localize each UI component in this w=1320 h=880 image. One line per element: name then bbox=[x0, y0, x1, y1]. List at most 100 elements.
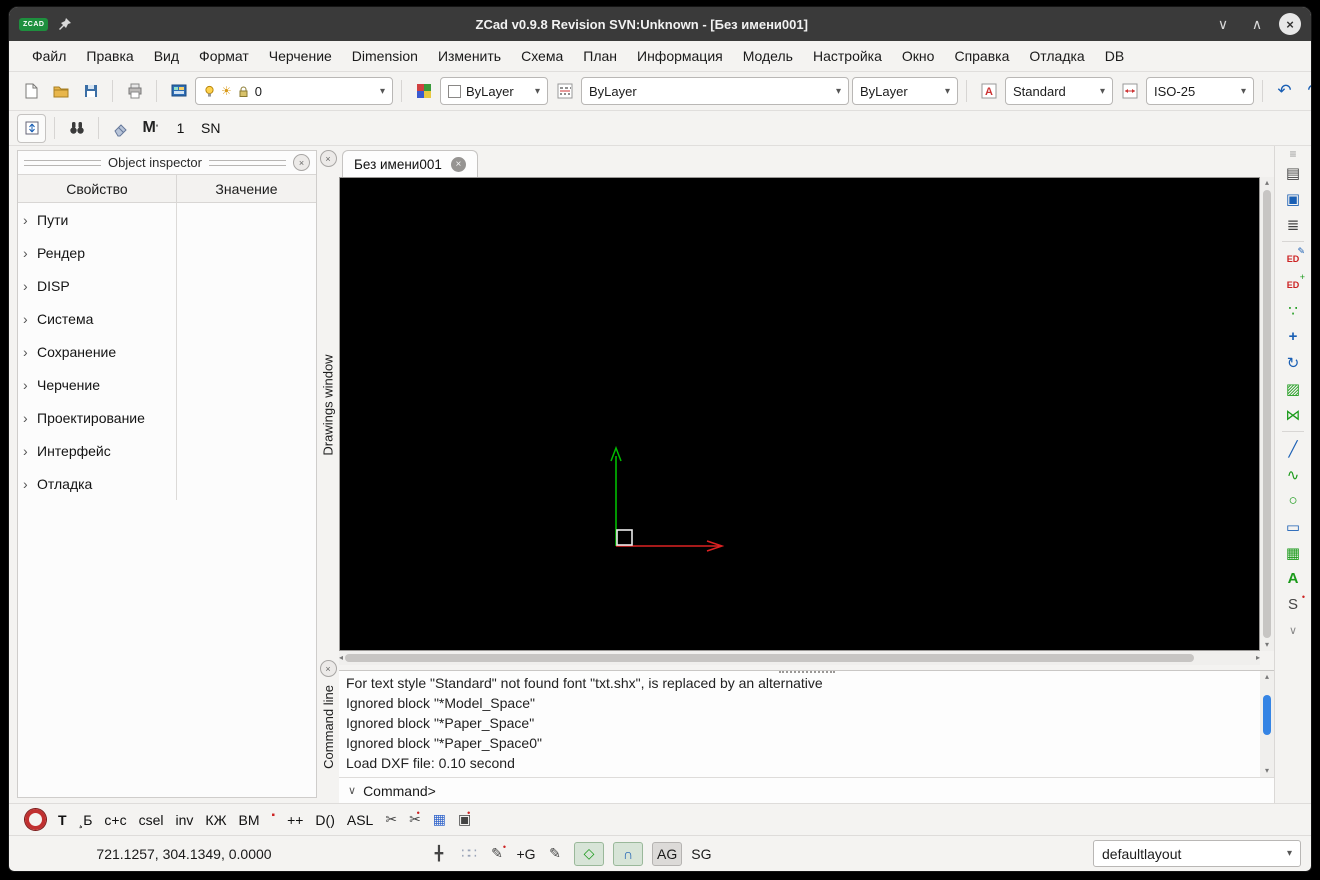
command-messages[interactable]: For text style "Standard" not found font… bbox=[339, 671, 1260, 777]
tab-close-icon[interactable]: × bbox=[451, 157, 466, 172]
drawing-canvas[interactable] bbox=[339, 177, 1260, 651]
menu-edit[interactable]: Правка bbox=[77, 44, 142, 68]
command-line-strip[interactable]: × Command line bbox=[317, 660, 339, 798]
canvas-horizontal-scrollbar[interactable]: ◂ ▸ bbox=[339, 651, 1260, 665]
resize-grip[interactable] bbox=[779, 671, 835, 673]
column-value[interactable]: Значение bbox=[177, 175, 316, 202]
asl-button[interactable]: ASL bbox=[347, 812, 373, 828]
drag-handle[interactable] bbox=[24, 160, 101, 166]
csel-button[interactable]: csel bbox=[139, 812, 164, 828]
print-button[interactable] bbox=[121, 78, 148, 105]
entity-move-icon[interactable]: ED+ bbox=[1280, 272, 1306, 297]
block-button[interactable]: ¸Б bbox=[79, 812, 93, 828]
grid-toggle[interactable]: +G bbox=[516, 843, 536, 865]
plus-plus-button[interactable]: ++ bbox=[287, 812, 303, 828]
menu-view[interactable]: Вид bbox=[145, 44, 188, 68]
menu-file[interactable]: Файл bbox=[23, 44, 75, 68]
scissors-icon[interactable]: ✂ bbox=[385, 811, 397, 828]
mirror-icon[interactable]: ⋈ bbox=[1280, 402, 1306, 427]
spline-tool-icon[interactable]: S• bbox=[1280, 592, 1306, 617]
copy-coords-button[interactable]: c+c bbox=[104, 812, 126, 828]
scroll-down-icon[interactable]: ▾ bbox=[1265, 639, 1269, 651]
menu-settings[interactable]: Настройка bbox=[804, 44, 891, 68]
block-insert-icon[interactable]: ▣• bbox=[458, 811, 471, 828]
linetype-combo[interactable]: ByLayer ▾ bbox=[581, 77, 849, 105]
draw-mode-icon[interactable]: ✎• bbox=[487, 843, 507, 865]
d-function-button[interactable]: D() bbox=[315, 812, 334, 828]
close-button[interactable]: × bbox=[1279, 13, 1301, 35]
menu-help[interactable]: Справка bbox=[945, 44, 1018, 68]
redo-button[interactable]: ↷ bbox=[1301, 78, 1312, 105]
command-prompt[interactable]: Command> bbox=[363, 783, 436, 799]
sn-toggle[interactable]: SN bbox=[197, 115, 224, 142]
scrollbar-thumb[interactable] bbox=[345, 654, 1194, 662]
eraser-icon[interactable] bbox=[107, 115, 134, 142]
inspector-row-render[interactable]: ›Рендер bbox=[18, 236, 316, 269]
line-tool-icon[interactable]: ╱ bbox=[1280, 436, 1306, 461]
sg-toggle[interactable]: SG bbox=[691, 843, 711, 865]
inspector-row-saving[interactable]: ›Сохранение bbox=[18, 335, 316, 368]
pencil-icon[interactable]: ✎ bbox=[545, 843, 565, 865]
inspector-row-disp[interactable]: ›DISP bbox=[18, 269, 316, 302]
inspector-row-paths[interactable]: ›Пути bbox=[18, 203, 316, 236]
expand-chevron-icon[interactable]: › bbox=[23, 344, 33, 360]
expand-chevron-icon[interactable]: › bbox=[23, 377, 33, 393]
maximize-button[interactable]: ∧ bbox=[1245, 12, 1269, 36]
rectangle-tool-icon[interactable]: ▭ bbox=[1280, 514, 1306, 539]
textstyle-dialog-icon[interactable]: A bbox=[975, 78, 1002, 105]
menu-draw[interactable]: Черчение bbox=[260, 44, 341, 68]
menu-format[interactable]: Формат bbox=[190, 44, 258, 68]
array-tool-icon[interactable]: ▦ bbox=[1280, 540, 1306, 565]
circle-tool-icon[interactable]: ○ bbox=[1280, 488, 1306, 513]
grid-dots-icon[interactable]: ∷∷ bbox=[458, 843, 478, 865]
title-bar[interactable]: ZCAD ZCad v0.9.8 Revision SVN:Unknown - … bbox=[9, 7, 1311, 41]
rail-overflow-icon[interactable]: ∨ bbox=[1280, 618, 1306, 643]
dimstyle-dialog-icon[interactable] bbox=[1116, 78, 1143, 105]
menu-schema[interactable]: Схема bbox=[512, 44, 572, 68]
osnap-magnet-icon[interactable]: ∩ bbox=[613, 842, 643, 866]
save-block-icon[interactable]: ▣ bbox=[1280, 186, 1306, 211]
move-icon[interactable]: + bbox=[1280, 324, 1306, 349]
find-icon[interactable] bbox=[63, 115, 90, 142]
fit-view-icon[interactable] bbox=[17, 114, 46, 143]
scale-icon[interactable]: ▨ bbox=[1280, 376, 1306, 401]
vm-button[interactable]: ВМ bbox=[239, 812, 260, 828]
lineweight-combo[interactable]: ByLayer ▾ bbox=[852, 77, 958, 105]
red-marker-icon[interactable]: ▪ bbox=[272, 810, 276, 821]
column-property[interactable]: Свойство bbox=[18, 175, 177, 202]
export-doc-icon[interactable]: ▤ bbox=[1280, 160, 1306, 185]
expand-chevron-icon[interactable]: ∨ bbox=[348, 784, 356, 797]
osnap-node-icon[interactable]: ◇ bbox=[574, 842, 604, 866]
menu-information[interactable]: Информация bbox=[628, 44, 732, 68]
menu-model[interactable]: Модель bbox=[734, 44, 802, 68]
color-dialog-icon[interactable] bbox=[410, 78, 437, 105]
text-button[interactable]: T bbox=[58, 812, 67, 828]
drawings-window-strip[interactable]: × Drawings window bbox=[317, 150, 339, 660]
save-button[interactable] bbox=[77, 78, 104, 105]
close-icon[interactable]: × bbox=[293, 154, 310, 171]
layout-combo[interactable]: defaultlayout ▾ bbox=[1093, 840, 1301, 867]
scroll-up-icon[interactable]: ▴ bbox=[1265, 671, 1269, 683]
menu-debug[interactable]: Отладка bbox=[1020, 44, 1093, 68]
textstyle-combo[interactable]: Standard ▾ bbox=[1005, 77, 1113, 105]
scroll-down-icon[interactable]: ▾ bbox=[1265, 765, 1269, 777]
expand-chevron-icon[interactable]: › bbox=[23, 311, 33, 327]
expand-chevron-icon[interactable]: › bbox=[23, 476, 33, 492]
layer-combo[interactable]: ☀ 0 ▾ bbox=[195, 77, 393, 105]
menu-db[interactable]: DB bbox=[1096, 44, 1133, 68]
expand-chevron-icon[interactable]: › bbox=[23, 245, 33, 261]
close-icon[interactable]: × bbox=[320, 150, 337, 167]
donut-icon[interactable] bbox=[25, 809, 46, 830]
invert-selection-button[interactable]: inv bbox=[176, 812, 194, 828]
expand-chevron-icon[interactable]: › bbox=[23, 212, 33, 228]
text-tool-icon[interactable]: A bbox=[1280, 566, 1306, 591]
object-inspector-header[interactable]: Object inspector × bbox=[18, 151, 316, 174]
inspector-row-debug[interactable]: ›Отладка bbox=[18, 467, 316, 500]
ag-toggle[interactable]: AG bbox=[652, 842, 682, 866]
inspector-row-interface[interactable]: ›Интерфейс bbox=[18, 434, 316, 467]
scroll-right-icon[interactable]: ▸ bbox=[1256, 652, 1260, 664]
linetype-dialog-icon[interactable] bbox=[551, 78, 578, 105]
expand-chevron-icon[interactable]: › bbox=[23, 278, 33, 294]
open-file-button[interactable] bbox=[47, 78, 74, 105]
expand-chevron-icon[interactable]: › bbox=[23, 443, 33, 459]
